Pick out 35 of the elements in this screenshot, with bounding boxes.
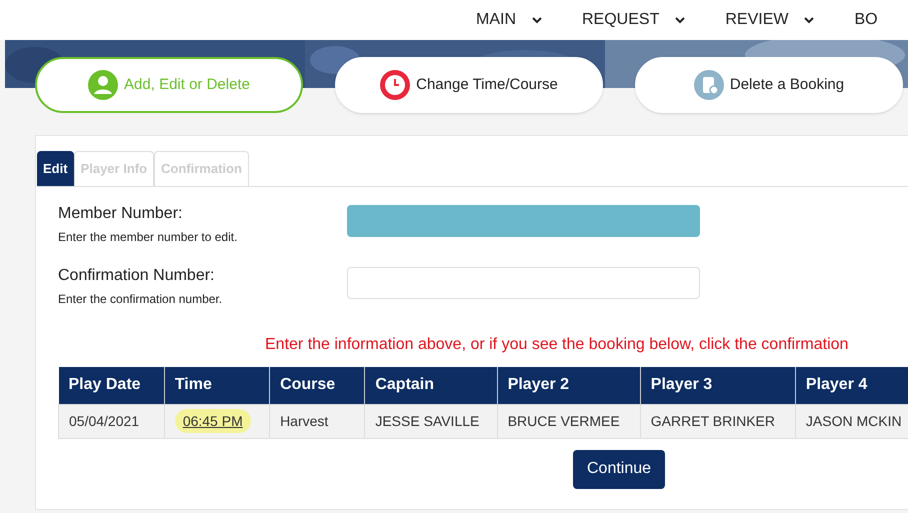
nav-menu[interactable]: REQUEST [582, 8, 686, 32]
table-cell: 05/04/2021 [58, 404, 164, 438]
nav-menu[interactable]: REVIEW [725, 8, 814, 32]
nav-menu[interactable]: MAIN [476, 8, 542, 32]
column-header: Player 2 [497, 367, 640, 404]
nav-menu[interactable]: BO [854, 8, 878, 32]
column-header: Play Date [58, 367, 164, 404]
table-cell: JESSE SAVILLE [364, 404, 498, 438]
instruction-text: Enter the information above, or if you see the booking below, click the confirmation [265, 336, 848, 353]
chevron-down-icon [804, 16, 814, 24]
column-header: Captain [364, 367, 498, 404]
action-button[interactable]: Delete a Booking [635, 57, 903, 113]
tab[interactable]: Edit [37, 151, 74, 186]
field-label: Member Number: [58, 204, 184, 224]
person-icon [88, 70, 118, 100]
column-header: Player 4 [795, 367, 908, 404]
clock-icon [380, 70, 410, 100]
table-cell: BRUCE VERMEE [497, 404, 640, 438]
table-cell: GARRET BRINKER [640, 404, 796, 438]
chevron-down-icon [532, 16, 542, 24]
continue-button[interactable]: Continue [573, 450, 666, 488]
table-cell: JASON MCKIN [795, 404, 908, 438]
table-cell: Harvest [270, 404, 365, 438]
input-field[interactable] [347, 267, 700, 299]
device-icon [694, 70, 724, 100]
column-header: Course [270, 367, 365, 404]
column-header: Player 3 [640, 367, 796, 404]
input-field[interactable] [347, 205, 700, 237]
action-button[interactable]: Change Time/Course [335, 57, 603, 113]
chevron-down-icon [675, 16, 686, 24]
time-link[interactable]: 06:45 PM [174, 408, 251, 432]
field-hint: Enter the confirmation number. [58, 291, 224, 308]
field-label: Confirmation Number: [58, 266, 216, 286]
column-header: Time [164, 367, 270, 404]
field-hint: Enter the member number to edit. [58, 229, 238, 246]
